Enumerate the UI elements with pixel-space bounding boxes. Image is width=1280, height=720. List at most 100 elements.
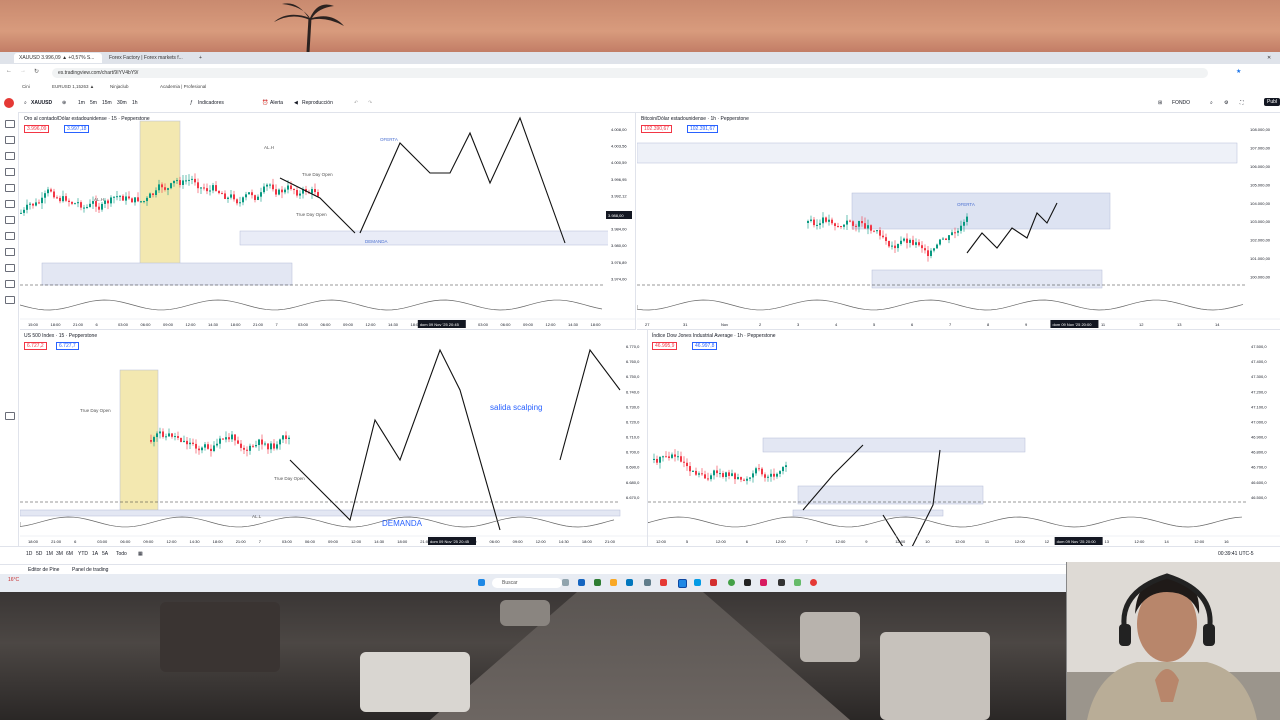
timeframe-15m[interactable]: 15m	[102, 100, 112, 106]
app-icon[interactable]	[728, 579, 735, 586]
trendline-tool-icon[interactable]	[5, 136, 15, 144]
chart-pane-us500[interactable]: salida scalping DEMANDA True Day Open True …	[20, 330, 648, 546]
pine-editor-tab[interactable]: Editor de Pine	[28, 567, 59, 573]
app-icon[interactable]	[694, 579, 701, 586]
publish-button[interactable]: Publ	[1264, 98, 1280, 106]
sell-price-button[interactable]: 6.727,2	[24, 342, 47, 350]
chart-pane-bitcoin[interactable]: OFERTA 108.000,00 107.000,00 106.000,00 105.…	[637, 113, 1280, 330]
range-5d[interactable]: 5D	[36, 551, 42, 557]
tab-forex-factory[interactable]: Forex Factory | Forex markets f...	[104, 53, 192, 63]
brush-tool-icon[interactable]	[5, 184, 15, 192]
time-tick-label: 18:00	[28, 539, 39, 544]
symbol-button[interactable]: XAUUSD	[31, 100, 52, 106]
chart-annotation-label: OFERTA	[957, 202, 975, 207]
indicators-button[interactable]: Indicadores	[198, 100, 224, 106]
forward-icon[interactable]: →	[20, 68, 26, 74]
trading-panel-tab[interactable]: Panel de trading	[72, 567, 108, 573]
close-window-icon[interactable]: ✕	[1262, 53, 1280, 63]
instagram-icon[interactable]	[760, 579, 767, 586]
range-6m[interactable]: 6M	[66, 551, 73, 557]
app-icon[interactable]	[710, 579, 717, 586]
time-tick-label: 12:00	[536, 539, 547, 544]
measure-tool-icon[interactable]	[5, 216, 15, 224]
tiktok-icon[interactable]	[744, 579, 751, 586]
range-ytd[interactable]: YTD	[78, 551, 88, 557]
chart-pane-dowjones[interactable]: 47.500,0 47.400,0 47.300,0 47.200,0 47.100,0…	[648, 330, 1280, 546]
bookmark-item[interactable]: EURUSD 1,15263 ▲	[52, 84, 94, 89]
pattern-tool-icon[interactable]	[5, 168, 15, 176]
weather-widget[interactable]: 16°C	[8, 577, 19, 583]
price-tick-label: 6.750,0	[626, 374, 640, 379]
alert-icon[interactable]: ⏰	[262, 100, 268, 106]
range-all[interactable]: Todo	[116, 551, 127, 557]
url-field[interactable]: es.tradingview.com/chart/9IYV4bY9/	[52, 68, 1208, 78]
zoom-tool-icon[interactable]	[5, 232, 15, 240]
search-icon[interactable]: ⌕	[1210, 100, 1213, 106]
alert-button[interactable]: Alerta	[270, 100, 283, 106]
sell-price-button[interactable]: 3.996,09	[24, 125, 50, 133]
timeframe-1m[interactable]: 1m	[78, 100, 85, 106]
buy-price-button[interactable]: 46.997,8	[692, 342, 718, 350]
oscillator-line	[648, 516, 1243, 528]
hide-tool-icon[interactable]	[5, 280, 15, 288]
app-icon[interactable]	[644, 579, 651, 586]
range-5a[interactable]: 5A	[102, 551, 108, 557]
range-1a[interactable]: 1A	[92, 551, 98, 557]
app-icon[interactable]	[578, 579, 585, 586]
replay-button[interactable]: Reproducción	[302, 100, 333, 106]
chrome-icon[interactable]	[810, 579, 817, 586]
range-1d[interactable]: 1D	[26, 551, 32, 557]
sell-price-button[interactable]: 46.995,9	[652, 342, 678, 350]
browser-icon[interactable]	[678, 579, 687, 588]
folder-icon[interactable]	[610, 579, 617, 586]
favorites-tool-icon[interactable]	[5, 412, 15, 420]
app-icon[interactable]	[778, 579, 785, 586]
bookmark-star-icon[interactable]: ★	[1236, 68, 1241, 75]
mail-icon[interactable]	[626, 579, 633, 586]
redo-icon[interactable]: ↷	[368, 100, 372, 106]
indicators-icon[interactable]: ƒ	[190, 100, 193, 106]
buy-price-button[interactable]: 3.997,18	[64, 125, 90, 133]
bookmark-item[interactable]: Academia | Profesional	[160, 84, 206, 89]
back-icon[interactable]: ←	[6, 68, 12, 74]
user-avatar[interactable]	[4, 98, 14, 108]
buy-price-button[interactable]: 102.391,67	[687, 125, 719, 133]
tab-xauusd[interactable]: XAUUSD 3.996,09 ▲ +0,57% S...	[14, 53, 102, 63]
range-3m[interactable]: 3M	[56, 551, 63, 557]
buy-price-button[interactable]: 6.727,7	[56, 342, 79, 350]
add-symbol-icon[interactable]: ⊕	[62, 100, 66, 106]
bookmark-item[interactable]: Cini	[22, 84, 30, 89]
app-icon[interactable]	[660, 579, 667, 586]
reload-icon[interactable]: ↻	[34, 68, 39, 75]
task-view-icon[interactable]	[562, 579, 569, 586]
candle-body	[173, 180, 175, 184]
taskbar-search[interactable]: Buscar	[492, 578, 562, 588]
fib-tool-icon[interactable]	[5, 152, 15, 160]
magnet-tool-icon[interactable]	[5, 248, 15, 256]
range-1m[interactable]: 1M	[46, 551, 53, 557]
timeframe-5m[interactable]: 5m	[90, 100, 97, 106]
crosshair-tool-icon[interactable]	[5, 120, 15, 128]
windows-start-icon[interactable]	[478, 579, 485, 586]
candle-body	[740, 477, 742, 480]
app-icon[interactable]	[594, 579, 601, 586]
app-icon[interactable]	[794, 579, 801, 586]
replay-icon[interactable]: ◀	[294, 100, 298, 106]
timeframe-30m[interactable]: 30m	[117, 100, 127, 106]
undo-icon[interactable]: ↶	[354, 100, 358, 106]
layout-name[interactable]: FONDO	[1172, 100, 1190, 106]
layout-grid-icon[interactable]: ⊞	[1158, 100, 1162, 106]
settings-gear-icon[interactable]: ⚙	[1224, 100, 1228, 106]
chart-pane-gold[interactable]: OFERTA DEMANDA True Day Open True Day Open A…	[20, 113, 636, 330]
delete-tool-icon[interactable]	[5, 296, 15, 304]
symbol-search-icon[interactable]: ⌕	[24, 100, 27, 106]
text-tool-icon[interactable]	[5, 200, 15, 208]
sell-price-button[interactable]: 102.390,67	[641, 125, 673, 133]
fullscreen-icon[interactable]: ⛶	[1240, 100, 1244, 106]
candle-body	[831, 219, 833, 224]
lock-tool-icon[interactable]	[5, 264, 15, 272]
calendar-icon[interactable]: ▦	[138, 551, 143, 557]
new-tab-icon[interactable]: +	[194, 53, 212, 63]
timeframe-1h[interactable]: 1h	[132, 100, 138, 106]
bookmark-item[interactable]: Ninjaclub	[110, 84, 129, 89]
